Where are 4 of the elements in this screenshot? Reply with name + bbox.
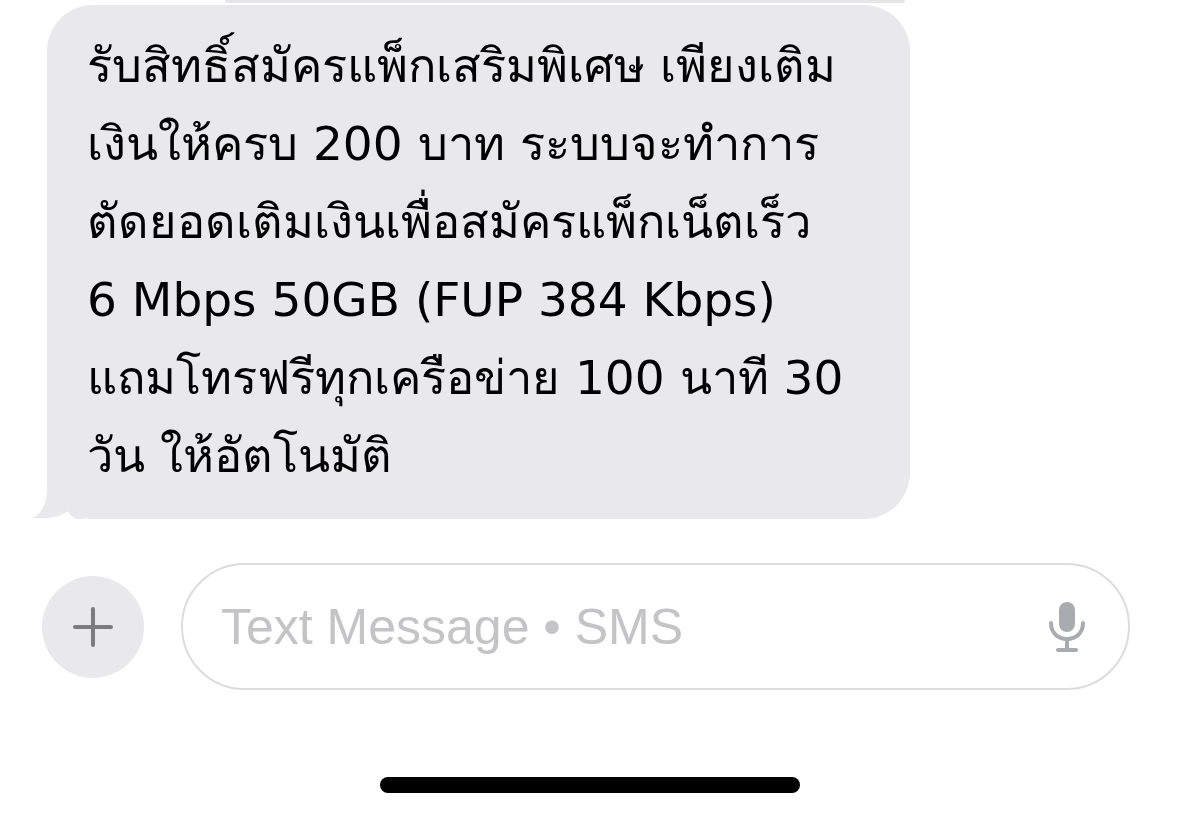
microphone-icon[interactable] (1048, 601, 1086, 653)
message-input-field[interactable]: Text Message • SMS (181, 563, 1130, 690)
message-text: รับสิทธิ์สมัครแพ็กเสริมพิเศษ เพียงเติมเงินให้ครบ 200 บาท ระบบจะทำการตัดยอดเติมเงินเพื่อสมัครแพ็กเน็ตเร็ว 6 Mbps 50GB (FUP 384 Kbps) แถมโทรฟรีทุกเครือข่าย 100 นาที 30 วัน ให้อัตโนมัติ (87, 27, 848, 495)
plus-icon (73, 606, 113, 647)
